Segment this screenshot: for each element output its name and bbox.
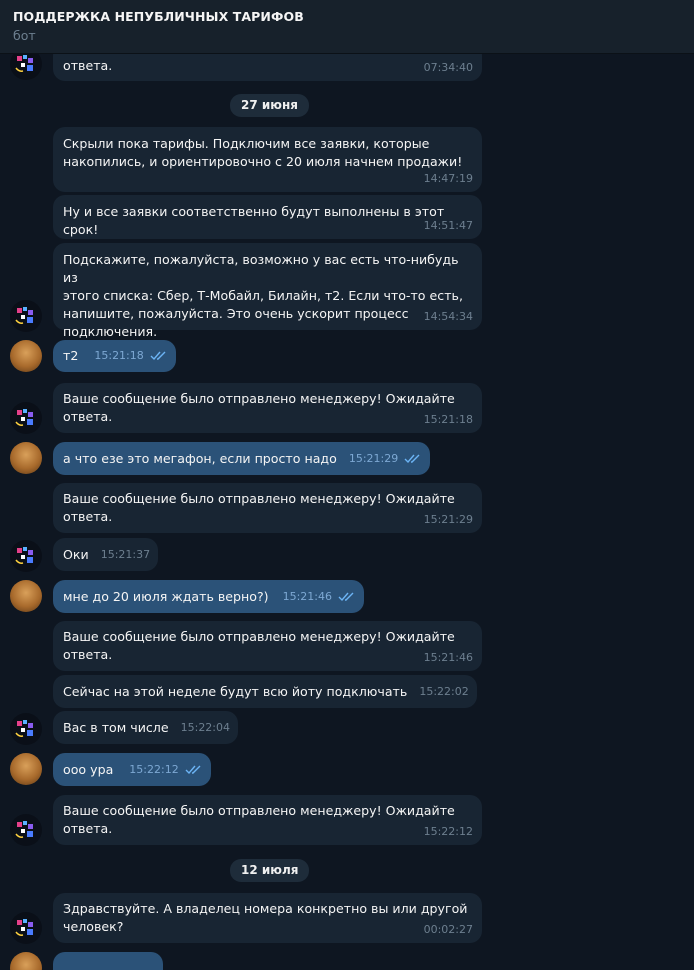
message-bubble[interactable]: Ваше сообщение было отправлено менеджеру… <box>53 621 482 671</box>
message-time: 15:22:12 <box>423 825 473 838</box>
bot-avatar[interactable] <box>10 300 42 332</box>
message-bubble[interactable]: ответа. 07:34:40 <box>53 54 482 81</box>
bot-logo-icon <box>15 547 33 564</box>
message-text: Сейчас на этой неделе будут всю йоту под… <box>63 683 408 699</box>
message-bubble[interactable]: Подскажите, пожалуйста, возможно у вас е… <box>53 243 482 339</box>
message-text: Вас в том числе <box>63 719 169 735</box>
bot-logo-icon <box>15 307 33 324</box>
bot-logo-icon <box>15 720 33 737</box>
message-time: 15:22:12 <box>129 762 179 776</box>
bot-avatar[interactable] <box>10 54 42 80</box>
message-text: мне до 20 июля ждать верно?) <box>63 588 269 604</box>
message-time: 15:21:18 <box>423 413 473 426</box>
chat-title: ПОДДЕРЖКА НЕПУБЛИЧНЫХ ТАРИФОВ <box>13 9 304 24</box>
bot-avatar[interactable] <box>10 402 42 434</box>
message-time: 14:54:34 <box>423 310 473 323</box>
message-list[interactable]: ответа. 07:34:40 27 июня Скрыли пока тар… <box>0 54 694 970</box>
message-bubble[interactable]: Ну и все заявки соответственно будут вып… <box>53 195 482 239</box>
read-check-icon <box>338 592 354 601</box>
message-bubble-outgoing[interactable]: ооо ура 15:22:12 <box>53 753 211 786</box>
message-bubble-outgoing[interactable]: а что езе это мегафон, если просто надо … <box>53 442 431 475</box>
bot-avatar[interactable] <box>10 540 42 572</box>
message-bubble[interactable]: Ваше сообщение было отправлено менеджеру… <box>53 483 482 533</box>
bot-logo-icon <box>15 409 33 426</box>
read-check-icon <box>404 454 420 463</box>
bot-logo-icon <box>15 55 33 72</box>
message-text: Ваше сообщение было отправлено менеджеру… <box>63 391 455 424</box>
message-text: ооо ура <box>63 761 114 777</box>
user-avatar[interactable] <box>10 340 42 372</box>
message-time: 14:47:19 <box>423 172 473 185</box>
user-avatar[interactable] <box>10 952 42 970</box>
message-time: 15:21:46 <box>282 589 332 603</box>
bot-logo-icon <box>15 919 33 936</box>
user-avatar[interactable] <box>10 580 42 612</box>
read-check-icon <box>150 351 166 361</box>
date-separator: 27 июня <box>230 94 309 117</box>
message-time: 14:51:47 <box>423 219 473 232</box>
message-bubble[interactable]: Здравствуйте. А владелец номера конкретн… <box>53 893 482 943</box>
bot-avatar[interactable] <box>10 713 42 745</box>
message-text: ответа. <box>63 58 113 73</box>
message-bubble[interactable]: Сейчас на этой неделе будут всю йоту под… <box>53 675 477 708</box>
message-time: 15:22:04 <box>180 720 231 734</box>
message-bubble[interactable]: Ваше сообщение было отправлено менеджеру… <box>53 383 482 433</box>
message-time: 15:21:37 <box>100 547 151 561</box>
bot-logo-icon <box>15 821 33 838</box>
message-text: т2 <box>63 348 79 363</box>
message-bubble[interactable]: Ваше сообщение было отправлено менеджеру… <box>53 795 482 845</box>
message-text: Ну и все заявки соответственно будут вып… <box>63 204 445 237</box>
message-text: Ваше сообщение было отправлено менеджеру… <box>63 491 455 524</box>
chat-subtitle: бот <box>13 28 36 43</box>
message-text: Подскажите, пожалуйста, возможно у вас е… <box>63 252 463 339</box>
message-time: 15:21:29 <box>348 451 399 465</box>
message-text: а что езе это мегафон, если просто надо <box>63 450 337 466</box>
bot-avatar[interactable] <box>10 814 42 846</box>
chat-header[interactable]: ПОДДЕРЖКА НЕПУБЛИЧНЫХ ТАРИФОВ бот <box>0 0 694 54</box>
message-text: Скрыли пока тарифы. Подключим все заявки… <box>63 136 463 169</box>
message-bubble[interactable]: Вас в том числе 15:22:04 <box>53 711 239 744</box>
message-time: 15:22:02 <box>419 684 469 698</box>
message-bubble-outgoing[interactable]: мне до 20 июля ждать верно?) 15:21:46 <box>53 580 364 613</box>
message-text: Здравствуйте. А владелец номера конкретн… <box>63 901 468 934</box>
message-text: Ваше сообщение было отправлено менеджеру… <box>63 629 455 662</box>
message-bubble[interactable]: Скрыли пока тарифы. Подключим все заявки… <box>53 127 482 192</box>
bot-avatar[interactable] <box>10 912 42 944</box>
message-time: 15:21:18 <box>94 349 144 362</box>
message-time: 07:34:40 <box>423 61 473 74</box>
message-time: 15:21:46 <box>423 651 473 664</box>
message-bubble-outgoing[interactable]: т2 15:21:18 <box>53 340 176 372</box>
message-bubble[interactable]: Оки 15:21:37 <box>53 538 159 571</box>
message-text: Ваше сообщение было отправлено менеджеру… <box>63 803 455 836</box>
read-check-icon <box>185 765 201 774</box>
user-avatar[interactable] <box>10 442 42 474</box>
message-time: 00:02:27 <box>423 923 473 936</box>
message-bubble-outgoing[interactable] <box>53 952 163 970</box>
message-time: 15:21:29 <box>423 513 473 526</box>
date-separator: 12 июля <box>230 859 310 882</box>
user-avatar[interactable] <box>10 753 42 785</box>
message-text: Оки <box>63 546 89 562</box>
